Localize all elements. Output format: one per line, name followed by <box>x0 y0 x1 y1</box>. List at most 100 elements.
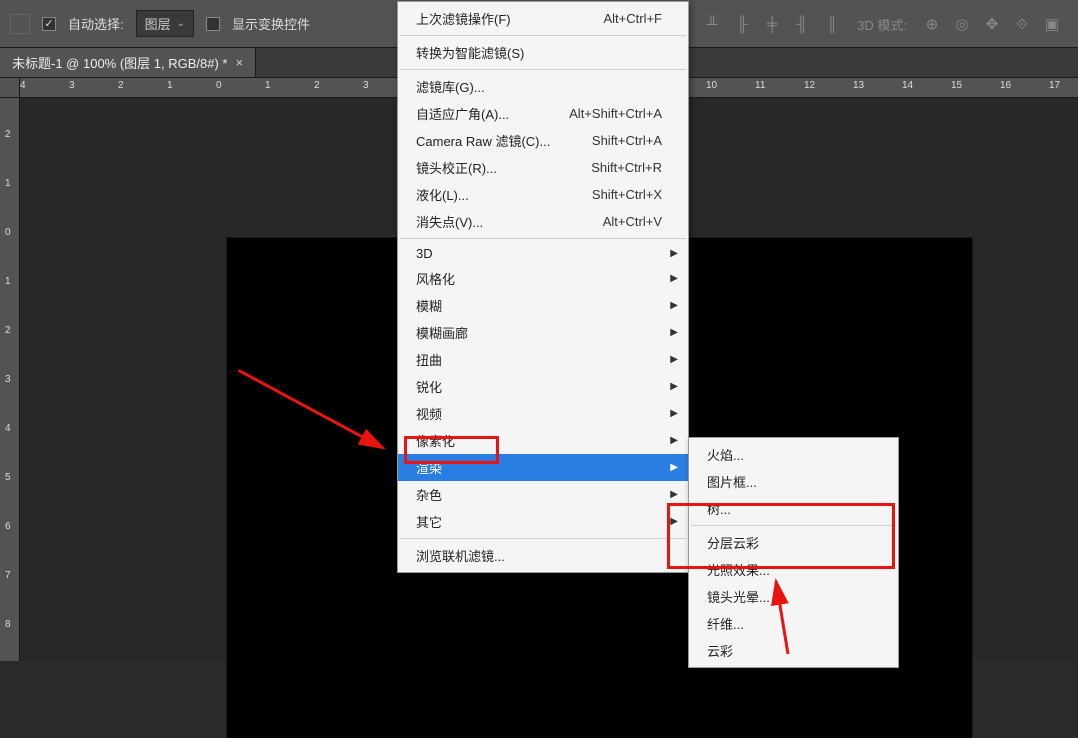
document-tab[interactable]: 未标题-1 @ 100% (图层 1, RGB/8#) * × <box>0 48 256 77</box>
menu-item-label: 消失点(V)... <box>416 212 483 231</box>
menu-item-label: 自适应广角(A)... <box>416 104 509 123</box>
menu-shortcut: Shift+Ctrl+X <box>592 187 662 202</box>
auto-select-dropdown[interactable]: 图层 ⌄ <box>136 10 194 37</box>
dropdown-value: 图层 <box>145 14 171 33</box>
menu-item[interactable]: 转换为智能滤镜(S) <box>398 39 688 66</box>
ruler-tick: 5 <box>5 472 11 483</box>
3d-orbit-icon[interactable]: ⊕ <box>921 13 943 35</box>
menu-item[interactable]: 杂色▶ <box>398 481 688 508</box>
menu-item[interactable]: 锐化▶ <box>398 373 688 400</box>
ruler-tick: 4 <box>5 423 11 434</box>
menu-shortcut: Alt+Ctrl+F <box>603 11 662 26</box>
ruler-tick: 3 <box>5 374 11 385</box>
3d-camera-icon[interactable]: ▣ <box>1041 13 1063 35</box>
ruler-corner <box>0 78 20 98</box>
menu-item[interactable]: 纤维... <box>689 610 898 637</box>
ruler-tick: 0 <box>216 80 222 91</box>
ruler-tick: 10 <box>706 80 717 91</box>
submenu-arrow-icon: ▶ <box>670 381 678 392</box>
menu-separator <box>400 538 686 539</box>
align-right-icon[interactable]: ╢ <box>791 13 813 35</box>
align-center-icon[interactable]: ╪ <box>761 13 783 35</box>
menu-shortcut: Alt+Shift+Ctrl+A <box>569 106 662 121</box>
submenu-arrow-icon: ▶ <box>670 408 678 419</box>
menu-item[interactable]: 云彩 <box>689 637 898 664</box>
menu-separator <box>400 238 686 239</box>
ruler-tick: 2 <box>5 129 11 140</box>
ruler-tick: 12 <box>804 80 815 91</box>
3d-rotate-icon[interactable]: ◎ <box>951 13 973 35</box>
menu-item-label: 视频 <box>416 404 442 423</box>
menu-item-label: 像素化 <box>416 431 455 450</box>
auto-select-label: 自动选择: <box>68 14 124 33</box>
menu-item[interactable]: 风格化 ▶ <box>398 265 688 292</box>
align-bot-icon[interactable]: ╨ <box>701 13 723 35</box>
menu-item-label: 火焰... <box>707 445 744 464</box>
menu-item[interactable]: 消失点(V)... Alt+Ctrl+V <box>398 208 688 235</box>
menu-item[interactable]: 光照效果... <box>689 556 898 583</box>
menu-item[interactable]: 模糊画廊▶ <box>398 319 688 346</box>
ruler-tick: 2 <box>118 80 124 91</box>
menu-item-label: 模糊画廊 <box>416 323 468 342</box>
menu-item[interactable]: 滤镜库(G)... <box>398 73 688 100</box>
menu-shortcut: Shift+Ctrl+A <box>592 133 662 148</box>
menu-item[interactable]: 火焰... <box>689 441 898 468</box>
menu-item-label: 风格化 <box>416 269 455 288</box>
close-icon[interactable]: × <box>235 55 243 70</box>
3d-slide-icon[interactable]: ⟐ <box>1011 13 1033 35</box>
menu-item[interactable]: 浏览联机滤镜... <box>398 542 688 569</box>
ruler-tick: 11 <box>755 80 765 91</box>
menu-item[interactable]: 液化(L)... Shift+Ctrl+X <box>398 181 688 208</box>
show-transform-checkbox[interactable] <box>206 17 220 31</box>
submenu-arrow-icon: ▶ <box>670 489 678 500</box>
align-left-icon[interactable]: ╟ <box>731 13 753 35</box>
menu-item-label: 其它 <box>416 512 442 531</box>
submenu-arrow-icon: ▶ <box>670 516 678 527</box>
ruler-tick: 3 <box>363 80 369 91</box>
menu-item[interactable]: Camera Raw 滤镜(C)...Shift+Ctrl+A <box>398 127 688 154</box>
ruler-tick: 13 <box>853 80 864 91</box>
menu-shortcut: Alt+Ctrl+V <box>603 214 662 229</box>
menu-item[interactable]: 模糊▶ <box>398 292 688 319</box>
menu-item-label: 光照效果... <box>707 560 770 579</box>
menu-item-label: 图片框... <box>707 472 757 491</box>
menu-item[interactable]: 镜头光晕... <box>689 583 898 610</box>
ruler-tick: 17 <box>1049 80 1060 91</box>
menu-separator <box>691 525 896 526</box>
ruler-tick: 1 <box>167 80 173 91</box>
menu-item[interactable]: 图片框... <box>689 468 898 495</box>
menu-item[interactable]: 其它 ▶ <box>398 508 688 535</box>
auto-select-checkbox[interactable] <box>42 17 56 31</box>
ruler-tick: 1 <box>5 178 11 189</box>
menu-item[interactable]: 像素化 ▶ <box>398 427 688 454</box>
menu-item-label: 上次滤镜操作(F) <box>416 9 511 28</box>
menu-item[interactable]: 视频 ▶ <box>398 400 688 427</box>
menu-item-label: 液化(L)... <box>416 185 469 204</box>
ruler-tick: 15 <box>951 80 962 91</box>
menu-item[interactable]: 分层云彩 <box>689 529 898 556</box>
3d-pan-icon[interactable]: ✥ <box>981 13 1003 35</box>
menu-item[interactable]: 镜头校正(R)...Shift+Ctrl+R <box>398 154 688 181</box>
ruler-tick: 7 <box>5 570 11 581</box>
menu-item[interactable]: 上次滤镜操作(F) Alt+Ctrl+F <box>398 5 688 32</box>
menu-item[interactable]: 扭曲▶ <box>398 346 688 373</box>
menu-item-label: 滤镜库(G)... <box>416 77 485 96</box>
menu-item[interactable]: 3D ▶ <box>398 242 688 265</box>
menu-item-label: 云彩 <box>707 641 733 660</box>
submenu-arrow-icon: ▶ <box>670 435 678 446</box>
menu-item-label: 镜头校正(R)... <box>416 158 497 177</box>
submenu-arrow-icon: ▶ <box>670 273 678 284</box>
show-transform-label: 显示变换控件 <box>232 14 310 33</box>
ruler-tick: 1 <box>265 80 271 91</box>
distribute-icon[interactable]: ║ <box>821 13 843 35</box>
menu-item[interactable]: 树... <box>689 495 898 522</box>
ruler-tick: 6 <box>5 521 11 532</box>
menu-item-label: 3D <box>416 246 433 261</box>
ruler-tick: 16 <box>1000 80 1011 91</box>
menu-item[interactable]: 渲染▶ <box>398 454 688 481</box>
menu-item-label: 浏览联机滤镜... <box>416 546 505 565</box>
submenu-arrow-icon: ▶ <box>670 248 678 259</box>
menu-item[interactable]: 自适应广角(A)... Alt+Shift+Ctrl+A <box>398 100 688 127</box>
menu-separator <box>400 69 686 70</box>
ruler-tick: 14 <box>902 80 913 91</box>
